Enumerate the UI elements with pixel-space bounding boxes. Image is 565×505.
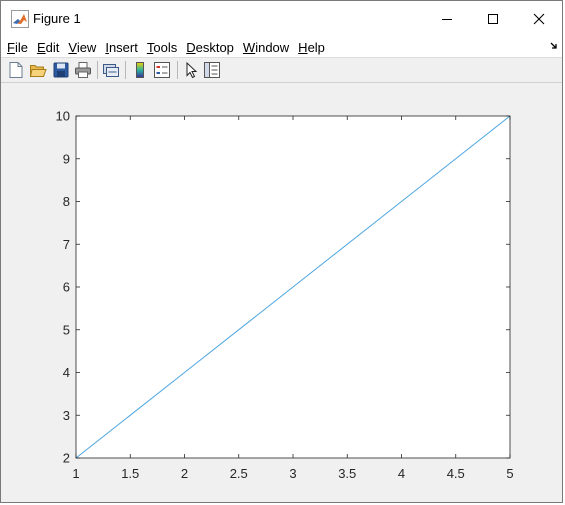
save-icon[interactable]	[52, 61, 70, 79]
edit-plot-arrow-icon[interactable]	[182, 61, 200, 79]
menu-label: ile	[14, 39, 28, 55]
title-bar[interactable]: Figure 1	[1, 1, 562, 37]
toolbar-separator	[97, 61, 98, 79]
figure-toolbar	[1, 58, 562, 83]
menu-accel: H	[298, 39, 308, 55]
menu-tools[interactable]: Tools	[147, 40, 177, 55]
toolbar-separator	[177, 61, 178, 79]
maximize-button[interactable]	[470, 1, 516, 37]
menu-label: nsert	[108, 39, 138, 55]
menu-help[interactable]: Help	[298, 40, 325, 55]
y-tick-label: 10	[56, 109, 70, 124]
y-tick-label: 4	[63, 365, 70, 380]
y-tick-label: 7	[63, 237, 70, 252]
x-tick-label: 3.5	[338, 466, 356, 481]
y-tick-label: 6	[63, 280, 70, 295]
menu-label: dit	[45, 39, 60, 55]
menu-bar: File Edit View Insert Tools Desktop Wind…	[1, 37, 562, 58]
menu-label: indow	[255, 39, 290, 55]
property-inspector-icon[interactable]	[203, 61, 221, 79]
open-file-icon[interactable]	[29, 61, 47, 79]
x-tick-label: 1	[72, 466, 79, 481]
toolbar-separator	[125, 61, 126, 79]
y-tick-label: 2	[63, 451, 70, 466]
menu-file[interactable]: File	[7, 40, 28, 55]
x-tick-label: 4	[398, 466, 405, 481]
menu-label: iew	[76, 39, 97, 55]
y-tick-label: 3	[63, 408, 70, 423]
close-icon	[533, 13, 545, 25]
matlab-logo-icon	[11, 10, 29, 28]
menu-accel: W	[242, 39, 256, 55]
window-title: Figure 1	[33, 11, 81, 26]
y-tick-label: 5	[63, 322, 70, 337]
x-tick-label: 2	[181, 466, 188, 481]
minimize-button[interactable]	[424, 1, 470, 37]
menu-label: esktop	[195, 39, 234, 55]
y-tick-label: 9	[63, 151, 70, 166]
x-tick-label: 4.5	[447, 466, 465, 481]
menu-view[interactable]: View	[68, 40, 96, 55]
menu-edit[interactable]: Edit	[37, 40, 59, 55]
link-plot-icon[interactable]	[102, 61, 120, 79]
y-tick-label: 8	[63, 194, 70, 209]
plot-axes[interactable]: 1 1.5 2 2.5 3 3.5 4 4.5 5 2 3 4 5 6 7 8 9 10	[1, 83, 562, 502]
menu-label: ools	[153, 39, 178, 55]
menu-accel: V	[68, 39, 77, 55]
figure-canvas[interactable]: 1 1.5 2 2.5 3 3.5 4 4.5 5 2 3 4 5 6 7 8 9 10	[1, 83, 562, 502]
new-figure-icon[interactable]	[7, 61, 25, 79]
x-tick-label: 2.5	[230, 466, 248, 481]
colorbar-icon[interactable]	[131, 61, 149, 79]
menu-desktop[interactable]: Desktop	[186, 40, 234, 55]
x-tick-label: 5	[506, 466, 513, 481]
figure-window: Figure 1 File Edit View Insert Tools Des…	[0, 0, 563, 503]
menu-label: elp	[307, 39, 325, 55]
dock-arrow-icon[interactable]	[550, 41, 558, 49]
menu-accel: D	[186, 39, 196, 55]
menu-accel: F	[7, 39, 15, 55]
close-button[interactable]	[516, 1, 562, 37]
x-tick-label: 1.5	[121, 466, 139, 481]
print-icon[interactable]	[74, 61, 92, 79]
x-tick-label: 3	[289, 466, 296, 481]
menu-insert[interactable]: Insert	[105, 40, 138, 55]
menu-window[interactable]: Window	[243, 40, 289, 55]
maximize-icon	[488, 14, 498, 24]
legend-icon[interactable]	[153, 61, 171, 79]
minimize-icon	[442, 19, 452, 20]
menu-accel: E	[36, 39, 46, 55]
